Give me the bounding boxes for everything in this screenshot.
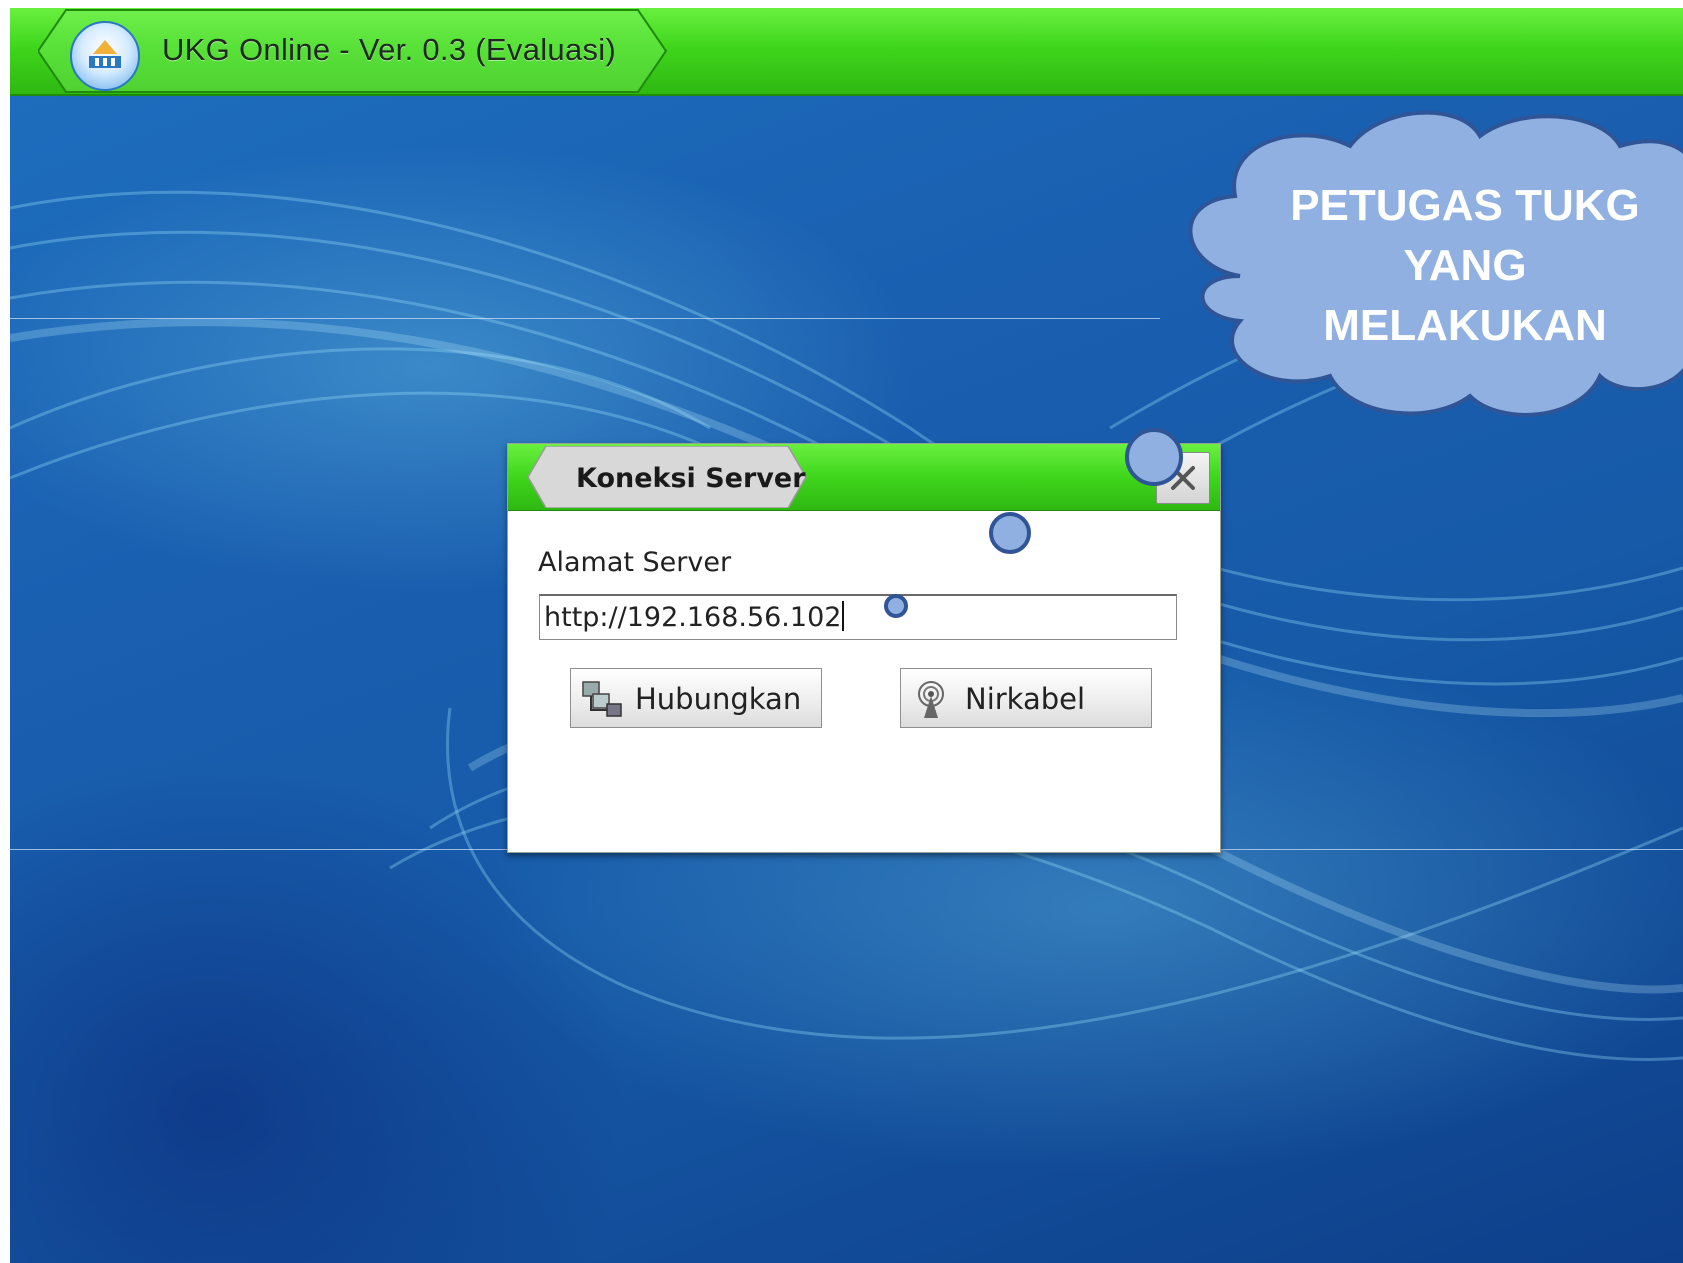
callout-pointer-dot-medium xyxy=(989,512,1031,554)
server-connection-dialog: Koneksi Server Alamat Server http://192.… xyxy=(507,443,1221,853)
callout-line: YANG xyxy=(1403,241,1527,290)
app-logo-icon xyxy=(70,21,140,91)
callout-pointer-dot-large xyxy=(1125,428,1183,486)
server-address-label: Alamat Server xyxy=(538,547,732,578)
text-caret xyxy=(842,601,845,631)
wireless-button-label: Nirkabel xyxy=(965,682,1086,716)
server-address-value: http://192.168.56.102 xyxy=(544,602,842,633)
desktop-screen: UKG Online - Ver. 0.3 (Evaluasi) PETUGAS… xyxy=(10,8,1683,1263)
callout-line: PETUGAS TUKG xyxy=(1290,181,1640,230)
wireless-icon xyxy=(918,681,944,718)
app-title-bar: UKG Online - Ver. 0.3 (Evaluasi) xyxy=(10,8,1683,96)
connect-button[interactable]: Hubungkan xyxy=(570,668,822,728)
server-address-input[interactable]: http://192.168.56.102 xyxy=(539,594,1177,640)
dialog-title: Koneksi Server xyxy=(576,463,806,494)
guide-line-top xyxy=(10,318,1160,319)
wireless-button[interactable]: Nirkabel xyxy=(900,668,1152,728)
connect-button-label: Hubungkan xyxy=(635,682,802,716)
callout-line: MELAKUKAN xyxy=(1323,301,1607,350)
callout-text: PETUGAS TUKG YANG MELAKUKAN xyxy=(1240,176,1683,356)
dialog-header: Koneksi Server xyxy=(508,444,1220,511)
connect-icon xyxy=(582,681,622,717)
callout-pointer-dot-small xyxy=(884,594,908,618)
dialog-title-tab: Koneksi Server xyxy=(528,446,808,508)
app-title: UKG Online - Ver. 0.3 (Evaluasi) xyxy=(162,32,617,67)
